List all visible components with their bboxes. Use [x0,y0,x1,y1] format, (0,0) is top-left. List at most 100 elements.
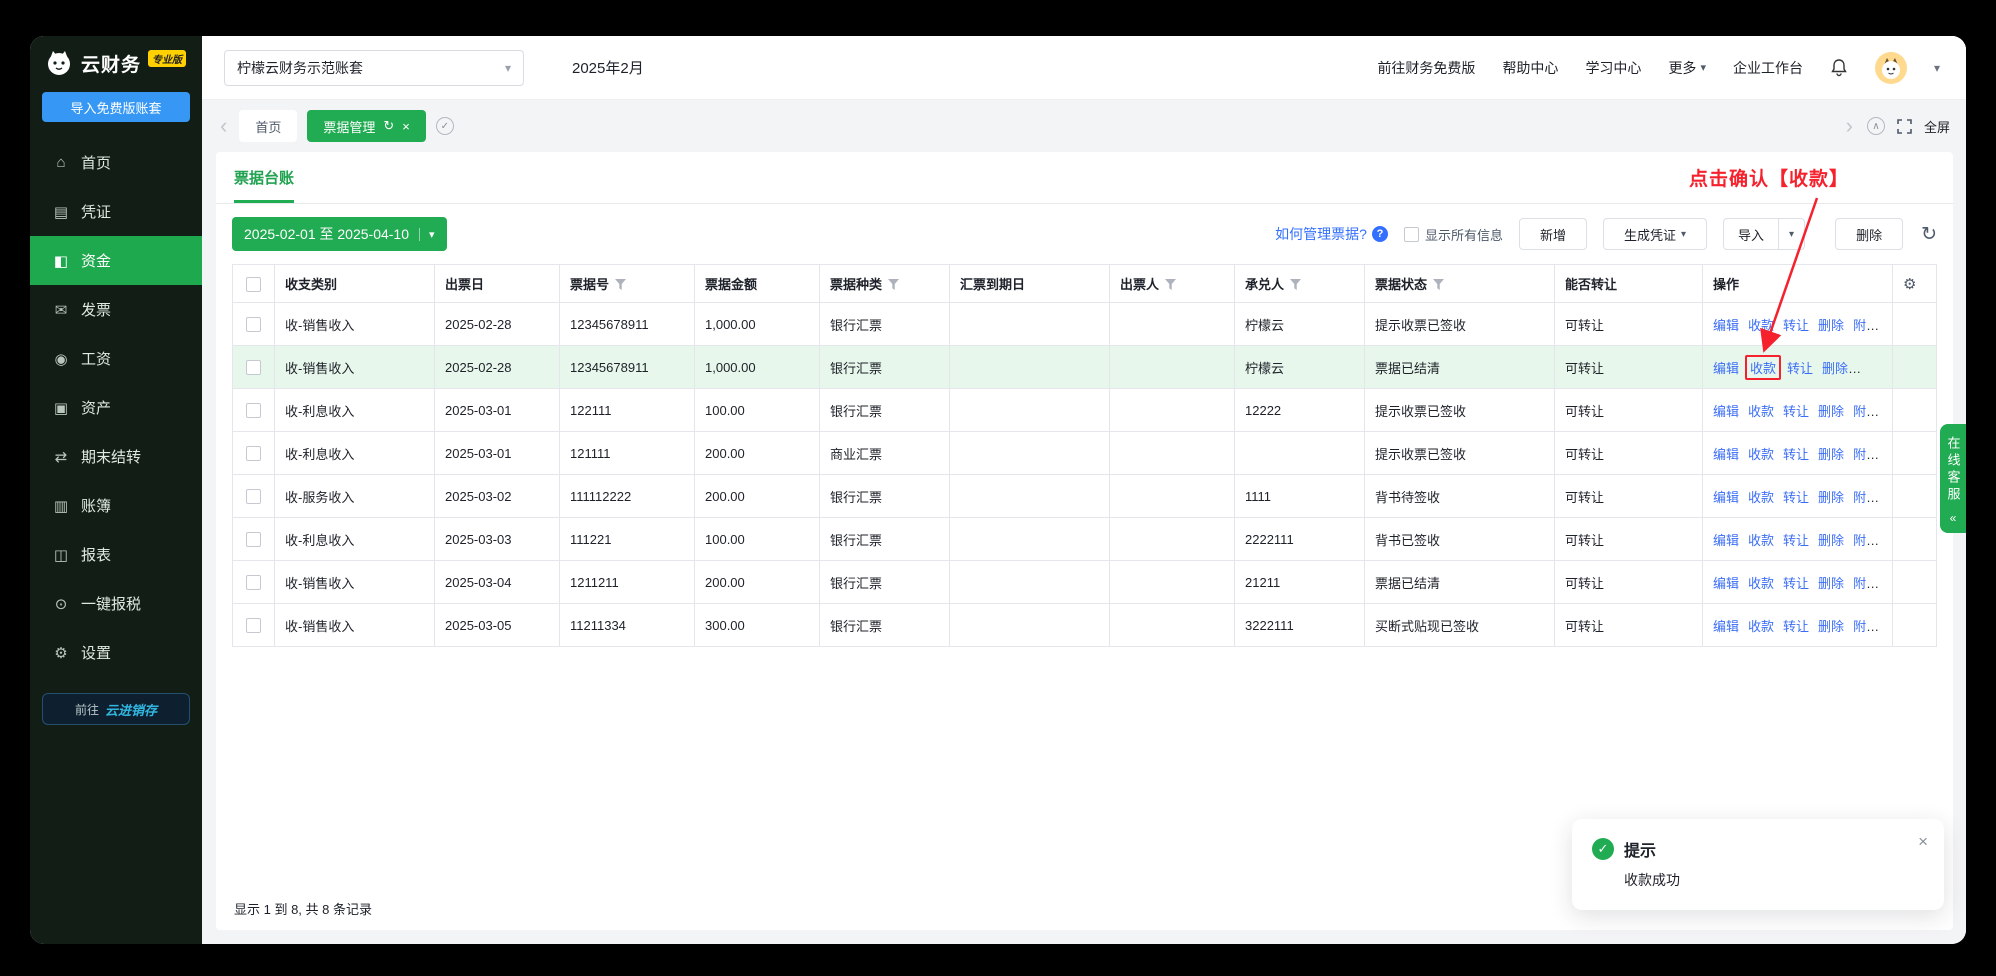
transfer-link[interactable]: 转让 [1783,447,1809,462]
topbar-link-2[interactable]: 学习中心 [1585,58,1641,78]
tabs-scroll-left-icon[interactable]: ‹ [218,115,229,137]
column-header-1[interactable]: 出票日 [435,265,560,303]
select-all-checkbox[interactable] [246,277,261,292]
edit-link[interactable]: 编辑 [1713,619,1739,634]
fullscreen-label[interactable]: 全屏 [1924,117,1950,136]
transfer-link[interactable]: 转让 [1783,318,1809,333]
sidebar-item-funds[interactable]: ◧资金 [30,236,202,285]
sidebar-item-asset[interactable]: ▣资产 [30,383,202,432]
row-checkbox[interactable] [246,446,261,461]
receive-payment-link[interactable]: 收款 [1748,447,1774,462]
topbar-link-4[interactable]: 企业工作台 [1733,58,1803,78]
edit-link[interactable]: 编辑 [1713,404,1739,419]
sidebar-item-tax[interactable]: ⊙一键报税 [30,579,202,628]
column-header-7[interactable]: 承兑人 [1235,265,1365,303]
row-checkbox[interactable] [246,532,261,547]
column-header-3[interactable]: 票据金额 [695,265,820,303]
delete-link[interactable]: 删除 [1818,490,1844,505]
transfer-link[interactable]: 转让 [1783,576,1809,591]
transfer-link[interactable]: 转让 [1787,361,1813,376]
filter-icon[interactable] [888,279,899,290]
attachment-link[interactable]: 附件 [1853,490,1879,505]
tab-home[interactable]: 首页 [239,110,297,142]
edit-link[interactable]: 编辑 [1713,447,1739,462]
attachment-link[interactable]: 附件 [1853,619,1879,634]
help-link[interactable]: 如何管理票据? ? [1275,224,1388,244]
date-range-button[interactable]: 2025-02-01 至 2025-04-10 ▾ [232,217,447,251]
column-header-0[interactable]: 收支类别 [275,265,435,303]
notification-bell-icon[interactable] [1830,58,1848,77]
row-checkbox[interactable] [246,317,261,332]
filter-icon[interactable] [1290,279,1301,290]
edit-link[interactable]: 编辑 [1713,361,1739,376]
delete-link[interactable]: 删除 [1818,447,1844,462]
show-all-info-option[interactable]: 显示所有信息 [1404,225,1503,244]
show-all-checkbox[interactable] [1404,227,1419,242]
sidebar-item-salary[interactable]: ◉工资 [30,334,202,383]
topbar-link-1[interactable]: 帮助中心 [1502,58,1558,78]
receive-payment-link[interactable]: 收款 [1748,318,1774,333]
row-checkbox[interactable] [246,403,261,418]
online-support-tab[interactable]: 在线客服 « [1940,424,1966,533]
filter-icon[interactable] [1165,279,1176,290]
column-header-5[interactable]: 汇票到期日 [950,265,1110,303]
close-tab-icon[interactable]: × [402,119,410,134]
sidebar-item-report[interactable]: ◫报表 [30,530,202,579]
refresh-tab-icon[interactable]: ↻ [383,118,394,134]
filter-icon[interactable] [615,279,626,290]
delete-link[interactable]: 删除 [1818,533,1844,548]
edit-link[interactable]: 编辑 [1713,576,1739,591]
column-header-9[interactable]: 能否转让 [1555,265,1703,303]
delete-button[interactable]: 删除 [1835,218,1903,250]
import-button[interactable]: 导入 ▾ [1723,218,1805,250]
delete-link[interactable]: 删除 [1818,576,1844,591]
goto-inventory-button[interactable]: 前往 云进销存 [42,693,190,725]
transfer-link[interactable]: 转让 [1783,404,1809,419]
row-checkbox[interactable] [246,489,261,504]
edit-link[interactable]: 编辑 [1713,318,1739,333]
delete-link[interactable]: 删除 [1818,619,1844,634]
transfer-link[interactable]: 转让 [1783,619,1809,634]
import-free-account-button[interactable]: 导入免费版账套 [42,92,190,122]
column-header-2[interactable]: 票据号 [560,265,695,303]
import-dropdown-icon[interactable]: ▾ [1778,219,1804,249]
generate-voucher-button[interactable]: 生成凭证 ▾ [1603,218,1707,250]
collapse-tabs-icon[interactable]: ∧ [1867,117,1885,135]
delete-link[interactable]: 删除 [1822,361,1848,376]
column-settings-icon[interactable]: ⚙ [1903,276,1916,293]
attachment-link[interactable]: 附件 [1853,447,1879,462]
receive-payment-link[interactable]: 收款 [1748,619,1774,634]
receive-payment-link[interactable]: 收款 [1748,404,1774,419]
edit-link[interactable]: 编辑 [1713,490,1739,505]
attachment-link[interactable]: 附件 [1853,318,1879,333]
filter-icon[interactable] [1433,279,1444,290]
column-header-8[interactable]: 票据状态 [1365,265,1555,303]
sidebar-item-voucher[interactable]: ▤凭证 [30,187,202,236]
topbar-link-3[interactable]: 更多▾ [1668,58,1706,78]
account-book-select[interactable]: 柠檬云财务示范账套 ▾ [224,50,524,86]
sidebar-item-invoice[interactable]: ✉发票 [30,285,202,334]
tab-pin-icon[interactable]: ✓ [436,117,454,135]
column-header-6[interactable]: 出票人 [1110,265,1235,303]
attachment-link[interactable]: 附件 [1853,404,1879,419]
delete-link[interactable]: 删除 [1818,318,1844,333]
row-checkbox[interactable] [246,618,261,633]
receive-payment-link[interactable]: 收款 [1748,490,1774,505]
receive-payment-link[interactable]: 收款 [1748,576,1774,591]
row-checkbox[interactable] [246,360,261,375]
user-avatar[interactable] [1875,52,1907,84]
tabs-scroll-right-icon[interactable]: › [1844,115,1855,137]
accounting-period[interactable]: 2025年2月 [572,57,644,78]
fullscreen-icon[interactable] [1897,119,1912,134]
tab-bill-management[interactable]: 票据管理 ↻ × [307,110,426,142]
attachment-link[interactable]: 附件 [1853,576,1879,591]
receive-payment-link[interactable]: 收款 [1748,533,1774,548]
delete-link[interactable]: 删除 [1818,404,1844,419]
sidebar-item-settings[interactable]: ⚙设置 [30,628,202,677]
refresh-list-icon[interactable]: ↻ [1921,223,1937,246]
transfer-link[interactable]: 转让 [1783,490,1809,505]
tab-bill-ledger[interactable]: 票据台账 [234,152,294,203]
toast-close-icon[interactable]: × [1918,833,1928,850]
sidebar-item-carryover[interactable]: ⇄期末结转 [30,432,202,481]
column-header-4[interactable]: 票据种类 [820,265,950,303]
